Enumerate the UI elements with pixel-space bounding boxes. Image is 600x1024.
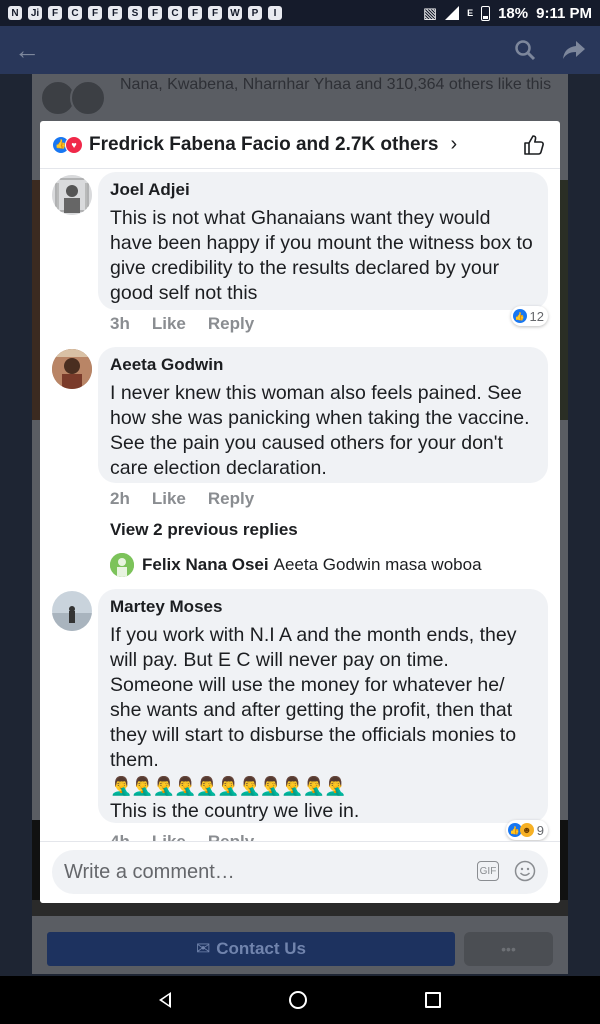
notification-icon: C — [68, 6, 82, 20]
chevron-right-icon: › — [450, 133, 458, 155]
like-comment-button[interactable]: Like — [152, 832, 186, 841]
status-bar: N Ji F C F F S F C F F W P I ▧ E 18% 9:1… — [0, 0, 600, 26]
vibrate-icon: ▧ — [422, 5, 438, 22]
notification-icon: Ji — [28, 6, 42, 20]
facebook-notification-icon: F — [148, 6, 162, 20]
facebook-notification-icon: F — [48, 6, 62, 20]
haha-reaction-icon: ☻ — [519, 823, 534, 837]
reply-comment-button[interactable]: Reply — [208, 832, 254, 841]
comment-input[interactable]: Write a comment… — [52, 850, 548, 894]
comment-text: I never knew this woman also feels paine… — [110, 382, 530, 479]
comment-actions: 2h Like Reply — [110, 489, 254, 509]
reaction-count-badge[interactable]: 👍 12 — [510, 306, 548, 326]
avatar[interactable] — [52, 175, 92, 215]
whatsapp-notification-icon: W — [228, 6, 242, 20]
comment-bubble[interactable]: Joel Adjei This is not what Ghanaians wa… — [98, 172, 548, 310]
notification-icons: N Ji F C F F S F C F F W P I — [8, 6, 282, 20]
view-previous-replies-link[interactable]: View 2 previous replies — [110, 520, 298, 540]
instagram-notification-icon: I — [268, 6, 282, 20]
background-photo-edge — [32, 180, 40, 420]
love-reaction-icon: ♥ — [65, 135, 83, 154]
like-comment-button[interactable]: Like — [152, 489, 186, 509]
back-arrow-icon[interactable]: ← — [14, 35, 40, 66]
reactions-header[interactable]: 👍 ♥ Fredrick Fabena Facio and 2.7K other… — [40, 121, 560, 169]
facebook-notification-icon: F — [108, 6, 122, 20]
comments-list[interactable]: Joel Adjei This is not what Ghanaians wa… — [40, 170, 560, 841]
facebook-notification-icon: F — [88, 6, 102, 20]
comment-author[interactable]: Joel Adjei — [110, 180, 536, 200]
like-reaction-icon: 👍 — [512, 309, 527, 323]
reply-author[interactable]: Felix Nana Osei — [142, 555, 269, 575]
share-icon[interactable] — [562, 39, 586, 61]
system-status: ▧ E 18% 9:11 PM — [422, 4, 592, 23]
reaction-count-badge[interactable]: 👍 ☻ 9 — [505, 820, 548, 840]
nav-back-icon[interactable] — [159, 992, 171, 1008]
reactions-comments-modal: 👍 ♥ Fredrick Fabena Facio and 2.7K other… — [40, 121, 560, 903]
comment-author[interactable]: Martey Moses — [110, 597, 536, 617]
facebook-notification-icon: F — [208, 6, 222, 20]
comment-time: 3h — [110, 314, 130, 333]
comment-author[interactable]: Aeeta Godwin — [110, 355, 536, 375]
more-options-button[interactable]: ••• — [464, 932, 553, 966]
avatar[interactable] — [52, 591, 92, 631]
search-icon[interactable] — [514, 39, 536, 61]
nav-home-icon[interactable] — [289, 991, 307, 1009]
reply-preview[interactable]: Felix Nana Osei Aeeta Godwin masa woboa — [110, 553, 482, 577]
comment-actions: 4h Like Reply — [110, 832, 254, 841]
nav-recents-icon[interactable] — [425, 992, 441, 1008]
reply-comment-button[interactable]: Reply — [208, 314, 254, 334]
battery-percent: 18% — [498, 4, 529, 22]
comment-bubble[interactable]: Aeeta Godwin I never knew this woman als… — [98, 347, 548, 483]
comment-text: This is not what Ghanaians want they wou… — [110, 207, 533, 304]
comment-time: 4h — [110, 832, 130, 841]
reply-text: Aeeta Godwin masa woboa — [273, 555, 482, 574]
signal-icon — [445, 6, 460, 20]
reply-comment-button[interactable]: Reply — [208, 489, 254, 509]
reactions-summary[interactable]: Fredrick Fabena Facio and 2.7K others — [89, 134, 439, 156]
contact-us-button[interactable]: ✉ Contact Us — [47, 932, 455, 966]
background-likes-summary: Nana, Kwabena, Nharnhar Yhaa and 310,364… — [40, 76, 560, 122]
battery-icon — [481, 5, 491, 21]
skype-notification-icon: S — [128, 6, 142, 20]
comment-bubble[interactable]: Martey Moses If you work with N.I A and … — [98, 589, 548, 823]
background-photo-edge — [560, 180, 568, 420]
network-type: E — [467, 8, 474, 18]
like-comment-button[interactable]: Like — [152, 314, 186, 334]
comment-actions: 3h Like Reply — [110, 314, 254, 334]
likes-text: Nana, Kwabena, Nharnhar Yhaa and 310,364… — [120, 76, 552, 93]
photo-notification-icon: P — [248, 6, 262, 20]
avatar[interactable] — [110, 553, 134, 577]
avatar[interactable] — [52, 349, 92, 389]
notification-icon: C — [168, 6, 182, 20]
notification-icon: N — [8, 6, 22, 20]
liker-avatars — [40, 80, 106, 122]
comment-time: 2h — [110, 489, 130, 508]
reaction-count: 12 — [529, 308, 544, 324]
gif-icon[interactable]: GIF — [477, 861, 499, 881]
app-header: ← — [0, 26, 600, 74]
comment-composer: Write a comment… GIF — [40, 841, 560, 903]
comment-text: If you work with N.I A and the month end… — [110, 624, 517, 771]
contact-us-label: Contact Us — [216, 939, 306, 958]
comment-text-continued: This is the country we live in. — [110, 800, 360, 822]
system-navigation-bar — [0, 976, 600, 1024]
envelope-icon: ✉ — [196, 939, 211, 958]
emoji-icon[interactable] — [514, 860, 536, 882]
facebook-notification-icon: F — [188, 6, 202, 20]
reaction-count: 9 — [536, 822, 544, 838]
clock: 9:11 PM — [536, 4, 592, 22]
facepalm-emoji-row: 🤦‍♂️🤦‍♂️🤦‍♂️🤦‍♂️🤦‍♂️🤦‍♂️🤦‍♂️🤦‍♂️🤦‍♂️🤦‍♂️… — [110, 776, 347, 796]
like-button-icon[interactable] — [522, 133, 546, 157]
